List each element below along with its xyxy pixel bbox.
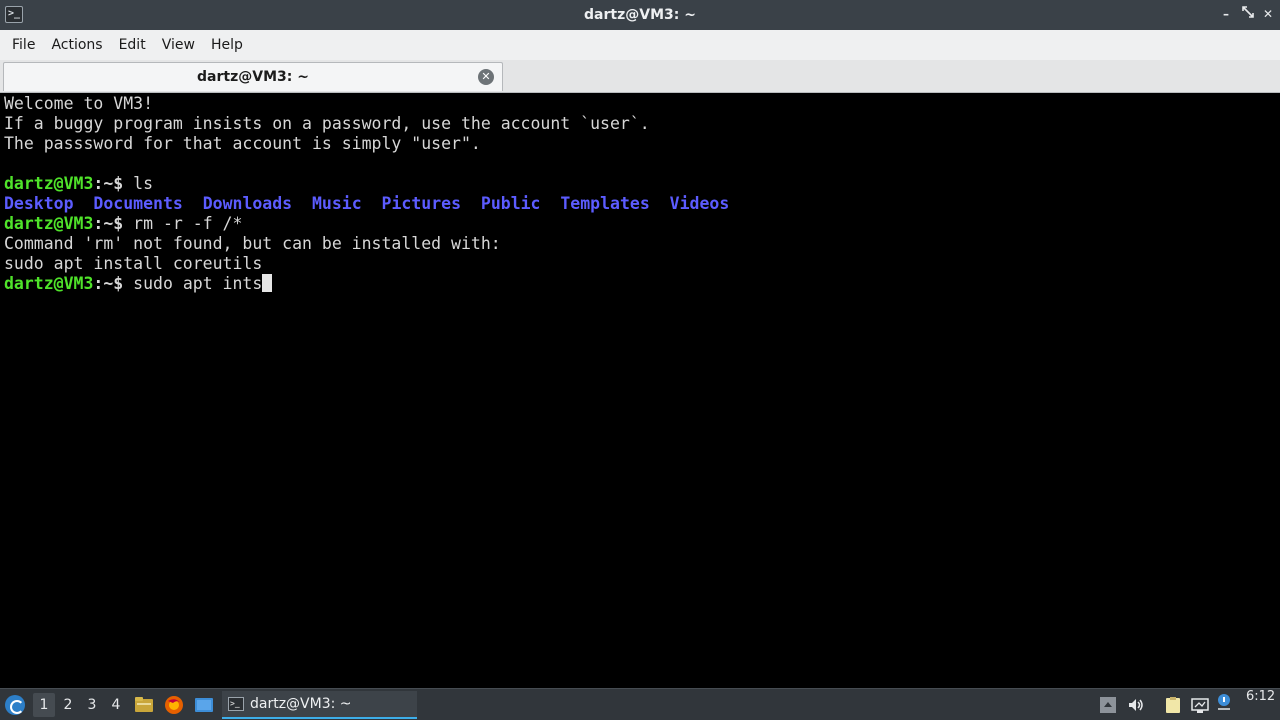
network-icon[interactable] bbox=[1191, 696, 1209, 714]
menu-bar: File Actions Edit View Help bbox=[0, 30, 1280, 60]
tab-label: dartz@VM3: ~ bbox=[197, 69, 309, 85]
terminal-task-icon: >_ bbox=[228, 697, 244, 711]
app-menu-icon[interactable] bbox=[5, 695, 25, 715]
terminal-command-line: dartz@VM3:~$ ls bbox=[4, 174, 1276, 194]
command-text: ls bbox=[123, 174, 154, 193]
file-manager-icon[interactable] bbox=[134, 695, 154, 715]
terminal-app-icon[interactable]: >_ bbox=[5, 6, 23, 23]
firefox-icon[interactable] bbox=[164, 695, 184, 715]
menu-actions[interactable]: Actions bbox=[43, 30, 110, 60]
task-label: dartz@VM3: ~ bbox=[250, 696, 352, 712]
tab-terminal[interactable]: dartz@VM3: ~ ✕ bbox=[3, 62, 503, 91]
prompt-user-host: dartz@VM3 bbox=[4, 174, 94, 193]
prompt-user-host: dartz@VM3 bbox=[4, 274, 94, 293]
terminal-command-line: dartz@VM3:~$ sudo apt ints bbox=[4, 274, 1276, 294]
ls-output-line: Desktop Documents Downloads Music Pictur… bbox=[4, 194, 1276, 214]
taskbar: 1 2 3 4 >_ dartz@VM3: ~ 6:12 bbox=[0, 688, 1280, 720]
dir-entry: Music bbox=[311, 194, 362, 213]
clipboard-icon[interactable] bbox=[1164, 696, 1182, 714]
desktop-switch-4[interactable]: 4 bbox=[105, 693, 127, 717]
desktop-switch-2[interactable]: 2 bbox=[57, 693, 79, 717]
desktop-switch-3[interactable]: 3 bbox=[81, 693, 103, 717]
menu-help[interactable]: Help bbox=[203, 30, 251, 60]
volume-icon[interactable] bbox=[1127, 696, 1145, 714]
prompt-suffix: :~$ bbox=[93, 214, 124, 233]
clock[interactable]: 6:12 bbox=[1246, 689, 1275, 720]
dir-entry: Pictures bbox=[381, 194, 462, 213]
maximize-icon[interactable] bbox=[1240, 6, 1256, 22]
prompt-user-host: dartz@VM3 bbox=[4, 214, 94, 233]
terminal-line: The passsword for that account is simply… bbox=[4, 134, 481, 153]
notifications-icon[interactable] bbox=[1099, 696, 1117, 714]
tab-close-icon[interactable]: ✕ bbox=[478, 69, 494, 85]
text-cursor bbox=[262, 274, 273, 292]
menu-view[interactable]: View bbox=[154, 30, 203, 60]
window-titlebar: >_ dartz@VM3: ~ – ✕ bbox=[0, 0, 1280, 30]
command-input-text[interactable]: sudo apt ints bbox=[123, 274, 262, 293]
command-text: rm -r -f /* bbox=[123, 214, 243, 233]
dir-entry: Templates bbox=[560, 194, 650, 213]
dir-entry: Public bbox=[480, 194, 541, 213]
terminal-output[interactable]: Welcome to VM3! If a buggy program insis… bbox=[0, 94, 1280, 688]
dir-entry: Desktop bbox=[4, 194, 74, 213]
desktop-switch-1[interactable]: 1 bbox=[33, 693, 55, 717]
desktop-icon[interactable] bbox=[194, 695, 214, 715]
tab-bar: dartz@VM3: ~ ✕ bbox=[0, 60, 1280, 93]
close-icon[interactable]: ✕ bbox=[1260, 6, 1276, 22]
dir-entry: Videos bbox=[669, 194, 730, 213]
update-notifier-icon[interactable] bbox=[1215, 693, 1233, 711]
terminal-line: sudo apt install coreutils bbox=[4, 254, 263, 273]
window-title: dartz@VM3: ~ bbox=[584, 7, 696, 23]
terminal-line: If a buggy program insists on a password… bbox=[4, 114, 650, 133]
terminal-line: Welcome to VM3! bbox=[4, 94, 154, 113]
prompt-suffix: :~$ bbox=[93, 174, 124, 193]
prompt-suffix: :~$ bbox=[93, 274, 124, 293]
terminal-command-line: dartz@VM3:~$ rm -r -f /* bbox=[4, 214, 1276, 234]
menu-edit[interactable]: Edit bbox=[111, 30, 154, 60]
dir-entry: Documents bbox=[93, 194, 183, 213]
terminal-line: Command 'rm' not found, but can be insta… bbox=[4, 234, 501, 253]
dir-entry: Downloads bbox=[202, 194, 293, 213]
minimize-icon[interactable]: – bbox=[1218, 6, 1234, 22]
task-terminal[interactable]: >_ dartz@VM3: ~ bbox=[222, 691, 417, 719]
menu-file[interactable]: File bbox=[4, 30, 43, 60]
